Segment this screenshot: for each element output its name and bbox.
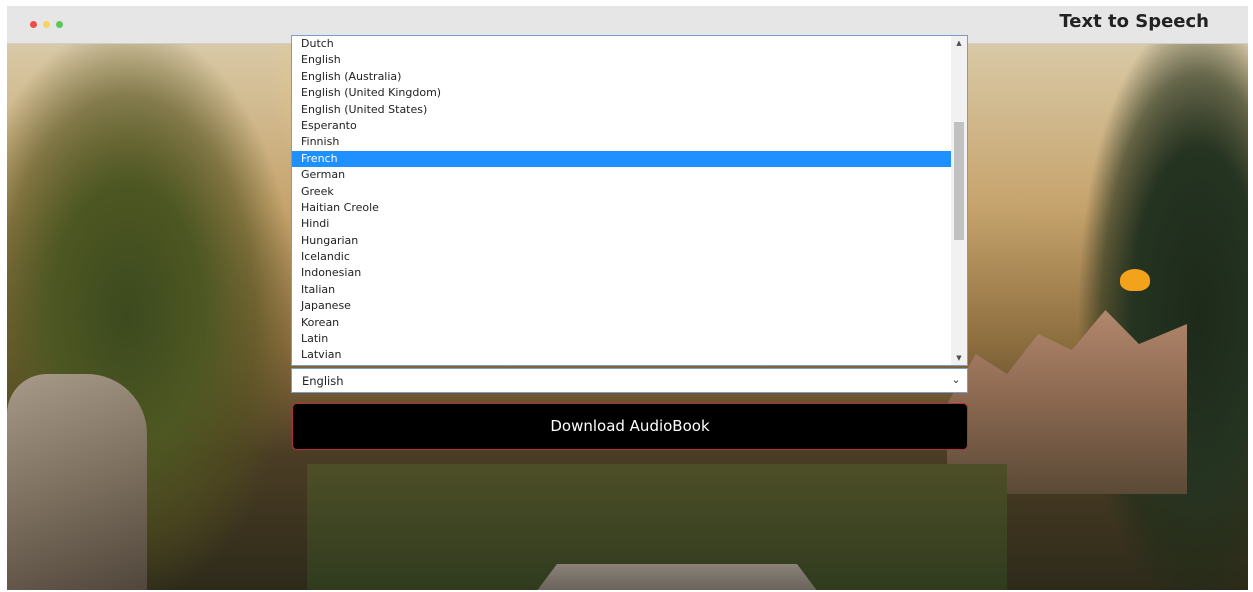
right-tree	[1068, 44, 1248, 590]
download-audiobook-button[interactable]: Download AudioBook	[292, 403, 968, 450]
orange-shape	[1120, 269, 1150, 291]
chevron-down-icon[interactable]: ⌄	[949, 372, 963, 388]
close-dot-icon[interactable]	[30, 21, 37, 28]
scroll-up-arrow-icon[interactable]: ▲	[951, 36, 967, 50]
maximize-dot-icon[interactable]	[56, 21, 63, 28]
language-option[interactable]: Japanese	[292, 298, 952, 314]
language-option[interactable]: Haitian Creole	[292, 200, 952, 216]
language-option[interactable]: English (United States)	[292, 102, 952, 118]
language-option[interactable]: Latvian	[292, 347, 952, 363]
app-title: Text to Speech	[1059, 11, 1209, 32]
language-option[interactable]: Icelandic	[292, 249, 952, 265]
app-window: Text to Speech Dutch English English (Aust…	[7, 6, 1248, 590]
language-option[interactable]: Korean	[292, 315, 952, 331]
language-option[interactable]: Hungarian	[292, 233, 952, 249]
dropdown-scrollbar[interactable]: ▲ ▼	[951, 36, 967, 365]
scroll-down-arrow-icon[interactable]: ▼	[951, 351, 967, 365]
language-option[interactable]: French	[292, 150, 952, 168]
language-dropdown-list[interactable]: Dutch English English (Australia) English (…	[291, 35, 968, 366]
language-options: Dutch English English (Australia) English (…	[292, 36, 952, 364]
language-option[interactable]: Greek	[292, 184, 952, 200]
language-option[interactable]: English	[292, 52, 952, 68]
scrollbar-thumb[interactable]	[954, 122, 964, 240]
language-option[interactable]: German	[292, 167, 952, 183]
language-option[interactable]: Indonesian	[292, 265, 952, 281]
language-option[interactable]: Latin	[292, 331, 952, 347]
language-option[interactable]: Hindi	[292, 216, 952, 232]
boulder	[7, 374, 147, 590]
road	[527, 564, 827, 590]
language-option[interactable]: Italian	[292, 282, 952, 298]
minimize-dot-icon[interactable]	[43, 21, 50, 28]
language-select[interactable]: English ⌄	[291, 368, 968, 393]
language-select-value: English	[302, 374, 344, 388]
language-option[interactable]: Dutch	[292, 36, 952, 52]
language-option[interactable]: English (Australia)	[292, 69, 952, 85]
language-option[interactable]: English (United Kingdom)	[292, 85, 952, 101]
language-option[interactable]: Esperanto	[292, 118, 952, 134]
language-option[interactable]: Finnish	[292, 134, 952, 150]
